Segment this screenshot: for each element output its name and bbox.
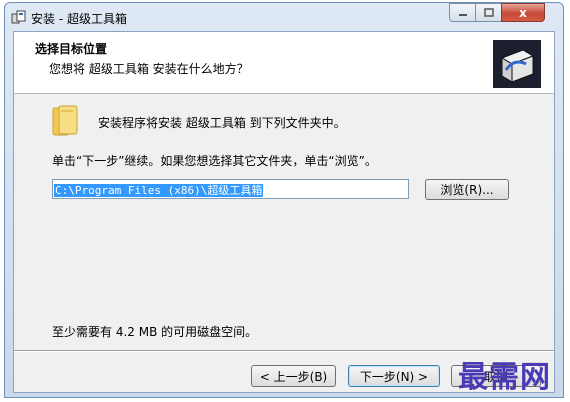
maximize-button[interactable] xyxy=(475,3,502,22)
browse-button[interactable]: 浏览(R)... xyxy=(425,179,509,200)
back-button[interactable]: < 上一步(B) xyxy=(251,365,336,387)
setup-app-icon xyxy=(11,10,26,24)
window-title: 安装 - 超级工具箱 xyxy=(31,12,127,26)
wizard-client-area: 选择目标位置 您想将 超级工具箱 安装在什么地方？ 安装程序将安装 超级工具箱 … xyxy=(13,31,555,393)
page-subtitle: 您想将 超级工具箱 安装在什么地方？ xyxy=(49,62,249,76)
installer-window: 安装 - 超级工具箱 x 选择目标位置 您想将 超级工具箱 安装在什么地方？ 安… xyxy=(4,2,564,398)
instruction-text: 单击“下一步”继续。如果您想选择其它文件夹，单击“浏览”。 xyxy=(52,154,377,168)
close-button[interactable]: x xyxy=(501,3,545,22)
close-icon: x xyxy=(519,5,527,20)
disk-space-text: 至少需要有 4.2 MB 的可用磁盘空间。 xyxy=(52,325,258,339)
minimize-icon xyxy=(458,13,467,16)
maximize-icon xyxy=(483,8,494,17)
wizard-header: 选择目标位置 您想将 超级工具箱 安装在什么地方？ xyxy=(14,32,554,94)
title-bar[interactable]: 安装 - 超级工具箱 x xyxy=(5,3,563,31)
installer-box-icon xyxy=(493,40,541,88)
watermark-text: 最需网 xyxy=(458,360,551,395)
folder-icon xyxy=(52,105,78,136)
install-path-input[interactable]: C:\Program Files (x86)\超级工具箱 xyxy=(52,179,409,199)
page-title: 选择目标位置 xyxy=(35,42,108,56)
intro-text: 安装程序将安装 超级工具箱 到下列文件夹中。 xyxy=(98,116,346,130)
install-path-value: C:\Program Files (x86)\超级工具箱 xyxy=(54,184,264,197)
minimize-button[interactable] xyxy=(449,3,476,22)
wizard-body: 安装程序将安装 超级工具箱 到下列文件夹中。 单击“下一步”继续。如果您想选择其… xyxy=(14,94,554,351)
next-button[interactable]: 下一步(N) > xyxy=(348,365,440,387)
